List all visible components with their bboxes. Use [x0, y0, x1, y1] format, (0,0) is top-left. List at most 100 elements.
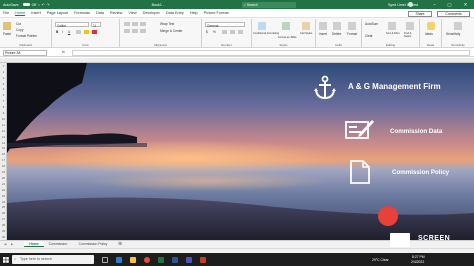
clear-button[interactable]: Clear: [365, 34, 373, 38]
windows-start-icon[interactable]: [3, 256, 9, 263]
row-header[interactable]: 27: [0, 217, 7, 221]
sort-filter-icon[interactable]: [388, 22, 396, 30]
avatar[interactable]: [408, 2, 413, 7]
teams-taskbar-icon[interactable]: [186, 256, 192, 263]
bold-button[interactable]: B: [56, 30, 58, 34]
row-header[interactable]: 14: [0, 141, 7, 145]
tab-picture-format[interactable]: Picture Format: [204, 11, 229, 15]
insert-cells-icon[interactable]: [319, 22, 327, 30]
sort-filter-button[interactable]: Sort & Filter: [386, 32, 400, 35]
redo-icon[interactable]: ↷: [47, 3, 50, 7]
dashboard-picture[interactable]: A & G Management Firm Commission Data Co…: [7, 63, 474, 240]
ideas-button[interactable]: Ideas: [425, 32, 433, 36]
powerpoint-taskbar-icon[interactable]: [200, 256, 206, 263]
format-as-table-icon[interactable]: [282, 22, 290, 30]
chrome-icon[interactable]: [144, 256, 150, 263]
autosum-button[interactable]: AutoSum: [365, 22, 378, 26]
save-icon[interactable]: ▪: [38, 3, 39, 7]
row-header[interactable]: 4: [0, 82, 7, 86]
next-sheet-icon[interactable]: ▶: [11, 242, 13, 246]
format-cells-button[interactable]: Format: [347, 32, 357, 36]
tab-home[interactable]: Home: [15, 11, 26, 16]
cut-button[interactable]: Cut: [16, 22, 21, 26]
taskbar-date[interactable]: 2/4/2022: [411, 260, 424, 264]
word-taskbar-icon[interactable]: [172, 256, 178, 263]
weather-status[interactable]: 29°C Clear: [372, 258, 389, 262]
tab-file[interactable]: File: [3, 11, 9, 15]
undo-icon[interactable]: ↶: [42, 3, 45, 7]
decrease-decimal-icon[interactable]: [238, 30, 243, 34]
paste-icon[interactable]: [3, 22, 11, 30]
row-header[interactable]: 17: [0, 158, 7, 162]
commission-data-link[interactable]: Commission Data: [390, 128, 442, 135]
sensitivity-icon[interactable]: [454, 22, 462, 30]
cell-styles-icon[interactable]: [302, 22, 310, 30]
taskbar-search[interactable]: ⌕ Type here to search: [12, 255, 94, 264]
format-as-table-button[interactable]: Format as Table: [278, 36, 297, 39]
row-header[interactable]: 18: [0, 164, 7, 168]
tab-review[interactable]: Review: [110, 11, 122, 15]
sheet-tab-commission[interactable]: Commission: [44, 241, 72, 247]
fill-color-icon[interactable]: [84, 30, 89, 34]
align-middle-icon[interactable]: [132, 22, 138, 26]
tab-formulas[interactable]: Formulas: [74, 11, 90, 15]
tab-data-entry[interactable]: Data Entry: [166, 11, 184, 15]
row-header[interactable]: 1: [0, 64, 7, 68]
row-header[interactable]: 2: [0, 70, 7, 74]
comma-style-icon[interactable]: [222, 30, 227, 34]
row-header[interactable]: 7: [0, 99, 7, 103]
sheet-tab-commission-policy[interactable]: Commission Policy: [73, 241, 113, 247]
align-left-icon[interactable]: [124, 29, 130, 33]
currency-icon[interactable]: $: [206, 30, 208, 34]
italic-button[interactable]: I: [62, 30, 63, 34]
ideas-icon[interactable]: [427, 22, 435, 30]
font-color-icon[interactable]: [92, 30, 97, 34]
increase-decimal-icon[interactable]: [230, 30, 235, 34]
underline-button[interactable]: U: [68, 30, 70, 34]
align-bottom-icon[interactable]: [140, 22, 146, 26]
row-header[interactable]: 13: [0, 135, 7, 139]
find-select-button[interactable]: Find & Select: [404, 32, 418, 38]
row-header[interactable]: 22: [0, 188, 7, 192]
row-header[interactable]: 9: [0, 111, 7, 115]
row-header[interactable]: 25: [0, 205, 7, 209]
row-header[interactable]: 20: [0, 176, 7, 180]
format-cells-icon[interactable]: [348, 22, 356, 30]
font-size-select[interactable]: 11: [91, 22, 101, 28]
tab-insert[interactable]: Insert: [31, 11, 41, 15]
row-header[interactable]: 10: [0, 117, 7, 121]
borders-icon[interactable]: [76, 30, 81, 34]
copy-button[interactable]: Copy: [16, 28, 23, 32]
fx-icon[interactable]: fx: [62, 50, 65, 54]
align-center-icon[interactable]: [132, 29, 138, 33]
align-top-icon[interactable]: [124, 22, 130, 26]
excel-taskbar-icon[interactable]: [158, 256, 164, 263]
record-button[interactable]: [377, 205, 399, 227]
taskbar-time[interactable]: 8:27 PM: [412, 255, 425, 259]
row-header[interactable]: 29: [0, 229, 7, 233]
conditional-formatting-button[interactable]: Conditional Formatting: [253, 32, 279, 35]
tab-page-layout[interactable]: Page Layout: [47, 11, 68, 15]
search-box[interactable]: ⌕ Search: [242, 1, 296, 8]
file-explorer-icon[interactable]: [130, 256, 136, 263]
share-button[interactable]: Share: [408, 10, 432, 17]
row-header[interactable]: 8: [0, 105, 7, 109]
autosave-toggle[interactable]: [22, 3, 30, 6]
sensitivity-button[interactable]: Sensitivity: [446, 32, 460, 36]
row-header[interactable]: 12: [0, 129, 7, 133]
row-header[interactable]: 6: [0, 93, 7, 97]
delete-cells-button[interactable]: Delete: [332, 32, 341, 36]
row-header[interactable]: 3: [0, 76, 7, 80]
row-header[interactable]: 21: [0, 182, 7, 186]
tab-data[interactable]: Data: [96, 11, 104, 15]
delete-cells-icon[interactable]: [333, 22, 341, 30]
paste-button[interactable]: Paste: [3, 32, 11, 36]
row-header[interactable]: 19: [0, 170, 7, 174]
font-family-select[interactable]: Calibri: [55, 22, 89, 28]
number-format-select[interactable]: General: [205, 22, 245, 28]
insert-cells-button[interactable]: Insert: [319, 32, 327, 36]
document-icon[interactable]: [350, 160, 370, 184]
tab-help[interactable]: Help: [190, 11, 198, 15]
task-view-icon[interactable]: [102, 256, 108, 263]
minimize-button[interactable]: –: [428, 0, 441, 9]
